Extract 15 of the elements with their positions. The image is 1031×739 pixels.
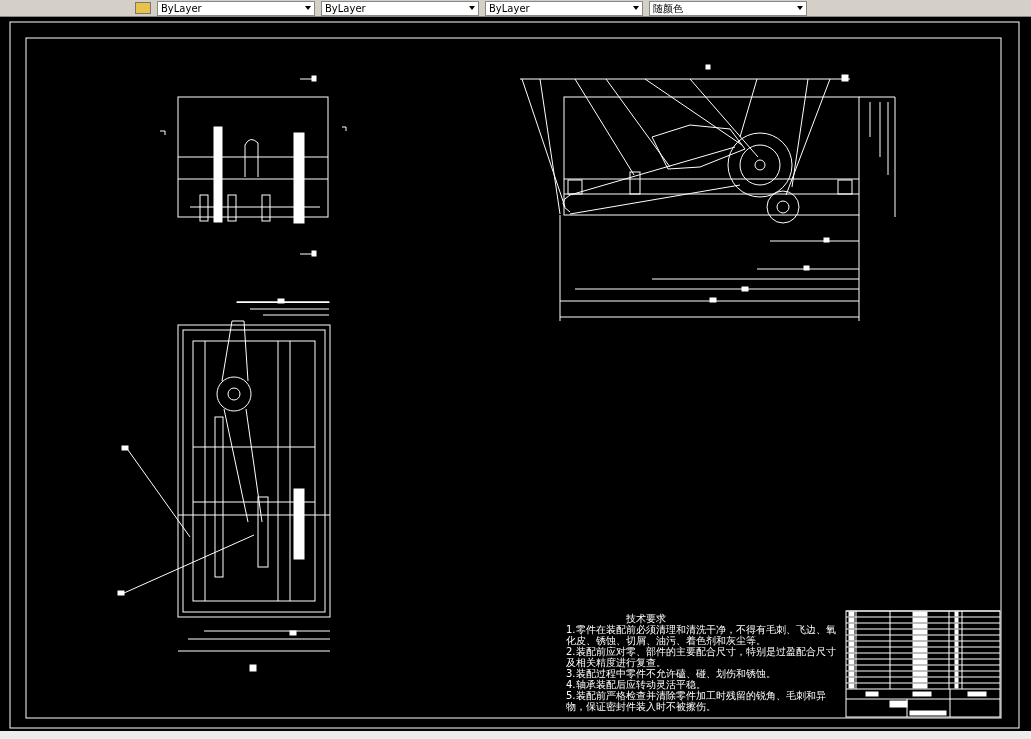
property-dropdown[interactable]: ByLayer bbox=[157, 0, 315, 16]
caret-icon bbox=[797, 6, 803, 10]
caret-icon bbox=[469, 6, 475, 10]
layer-icon[interactable] bbox=[135, 2, 151, 14]
caret-icon bbox=[633, 6, 639, 10]
caret-icon bbox=[305, 6, 311, 10]
note-text: 4.轴承装配后应转动灵活平稳。 bbox=[566, 679, 706, 690]
note-text: 5.装配前严格检查并清除零件加工时残留的锐角、毛刺和异物，保证密封件装入时不被擦伤。 bbox=[566, 690, 827, 712]
note-text: 3.装配过程中零件不允许磕、碰、划伤和锈蚀。 bbox=[566, 668, 777, 679]
property-dropdown[interactable]: ByLayer bbox=[321, 0, 479, 16]
note-text: 2.装配前应对零、部件的主要配合尺寸，特别是过盈配合尺寸及相关精度进行复查。 bbox=[566, 646, 837, 668]
notes-title: 技术要求 bbox=[626, 613, 666, 624]
note-text: 1.零件在装配前必须清理和清洗干净，不得有毛刺、飞边、氧化皮、锈蚀、切屑、油污、着色剂和灰尘等。 bbox=[566, 624, 837, 646]
property-dropdown[interactable]: 随颜色 bbox=[649, 0, 807, 16]
property-dropdown[interactable]: ByLayer bbox=[485, 0, 643, 16]
